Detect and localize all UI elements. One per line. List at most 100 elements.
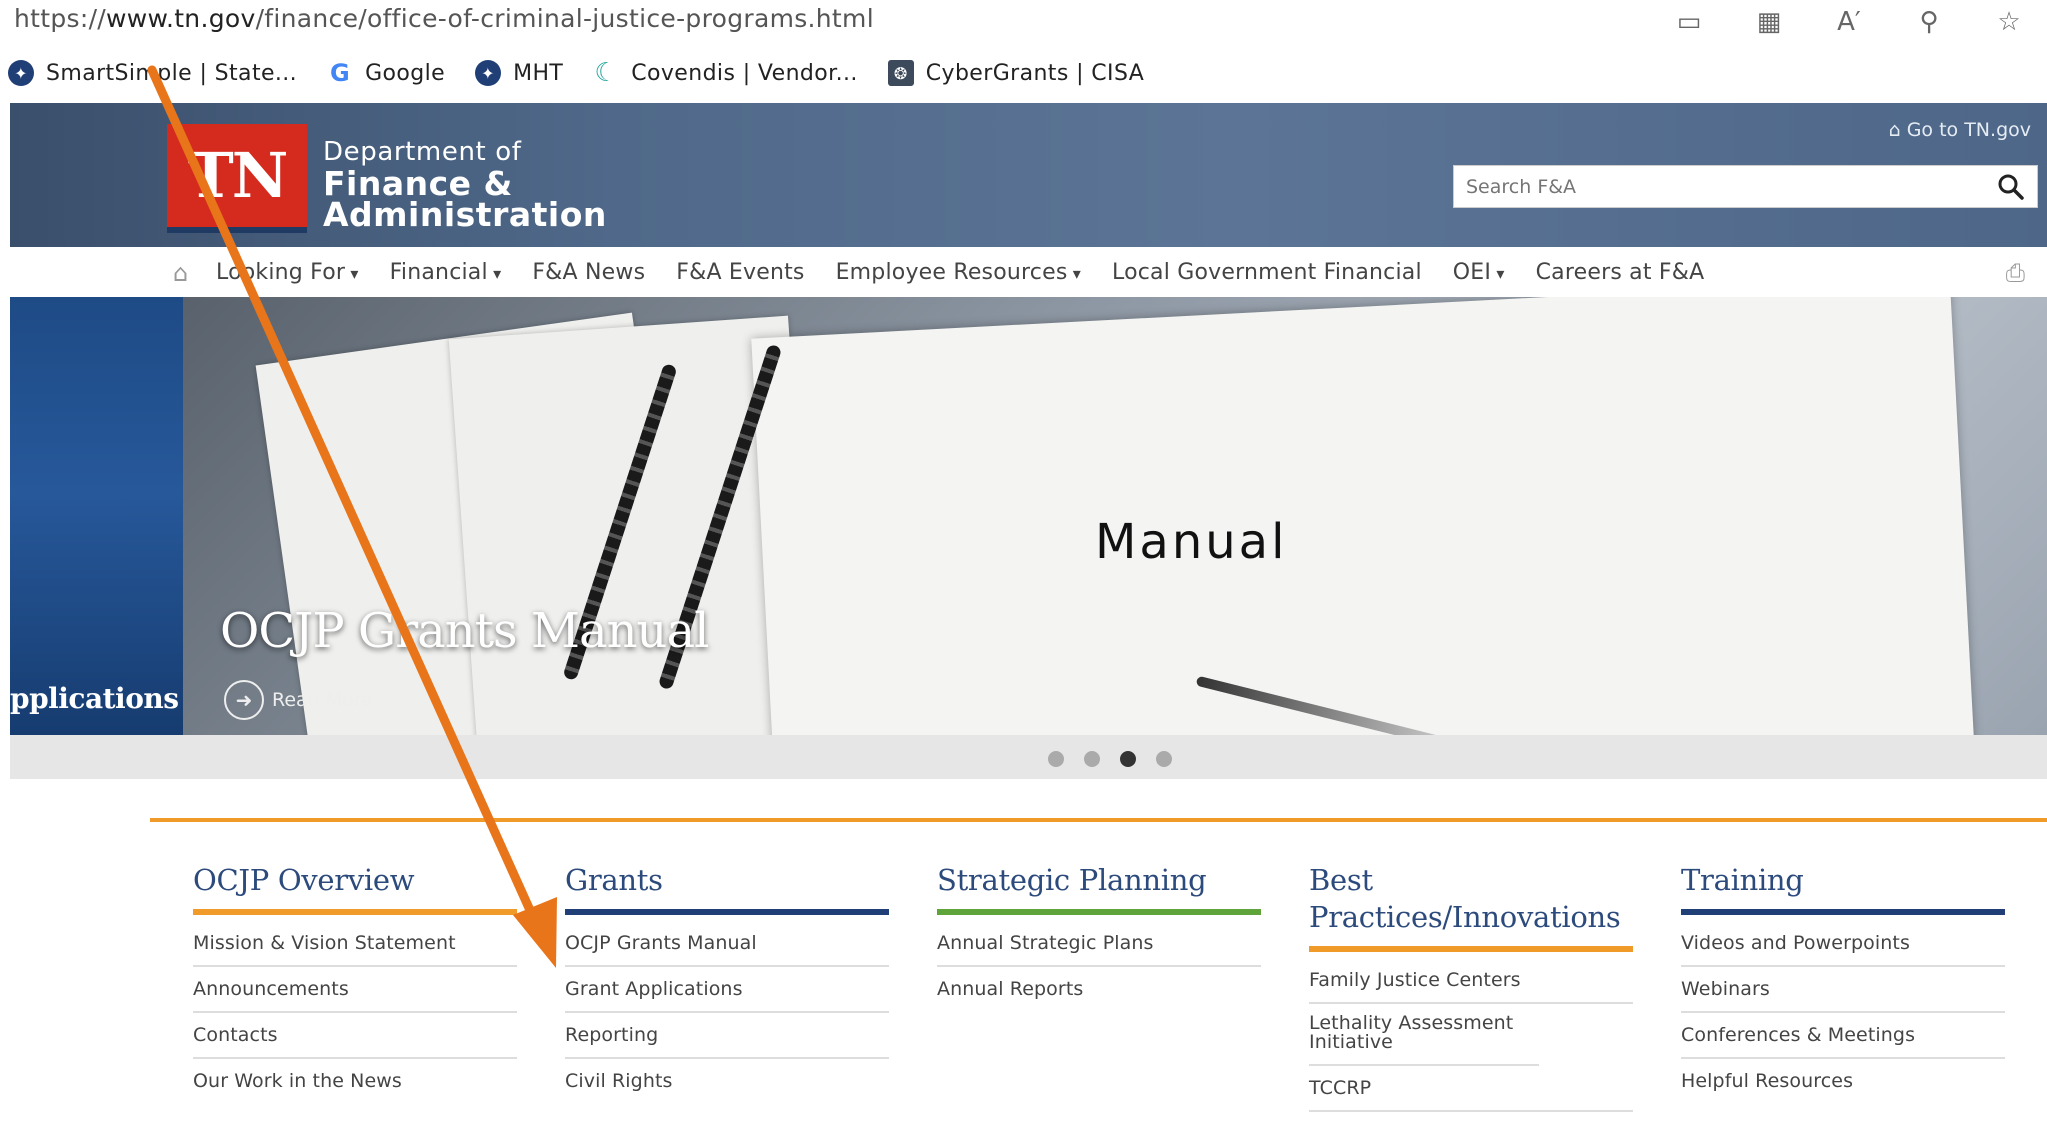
link-ocjp-grants-manual[interactable]: OCJP Grants Manual [565, 921, 889, 967]
url-prefix: https:// [14, 4, 107, 33]
link-grant-applications[interactable]: Grant Applications [565, 967, 889, 1013]
link-mission-vision[interactable]: Mission & Vision Statement [193, 921, 517, 967]
zoom-out-icon[interactable]: ⚲ [1909, 4, 1949, 40]
department-name[interactable]: Department of Finance & Administration [323, 137, 607, 234]
site-header: TN Department of Finance & Administratio… [10, 103, 2047, 247]
column-rule [1681, 909, 2005, 915]
tn-logo[interactable]: TN [167, 124, 307, 233]
nav-item-label: F&A News [532, 259, 646, 285]
search-field[interactable] [1453, 165, 2038, 208]
column-rule [193, 909, 517, 915]
arrow-right-icon: ➜ [224, 680, 264, 720]
url-path: /finance/office-of-criminal-justice-prog… [255, 4, 874, 33]
link-videos-powerpoints[interactable]: Videos and Powerpoints [1681, 921, 2005, 967]
home-icon: ⌂ [1888, 119, 1901, 141]
nav-item-f-a-news[interactable]: F&A News [532, 260, 645, 285]
column-title: OCJP Overview [193, 863, 415, 897]
link-helpful-resources[interactable]: Helpful Resources [1681, 1059, 2005, 1103]
bookmarks-bar: ✦ SmartSimple | State... G Google ✦ MHT … [0, 50, 1144, 96]
read-more-link[interactable]: ➜ Read More [224, 680, 373, 720]
nav-item-looking-for[interactable]: Looking For ▾ [216, 260, 359, 285]
nav-item-oei[interactable]: OEI ▾ [1453, 260, 1505, 285]
tn-seal-icon: ✦ [8, 60, 34, 86]
nav-item-label: F&A Events [676, 259, 805, 285]
browser-toolbar: ▭ ▦ A′ ⚲ ☆ [1669, 4, 2029, 40]
carousel-dot-active[interactable] [1120, 751, 1136, 767]
column-best-practices: Best Practices/Innovations Family Justic… [1309, 862, 1633, 1112]
read-aloud-icon[interactable]: A′ [1829, 4, 1869, 40]
nav-item-label: Looking For [216, 259, 346, 285]
link-tccrp[interactable]: TCCRP [1309, 1066, 1633, 1112]
manual-cover-text: Manual [1095, 514, 1288, 570]
main-nav: ⌂ Looking For ▾ Financial ▾ F&A News F&A Ev… [10, 247, 2047, 298]
bookmark-label: Covendis | Vendor... [631, 60, 858, 86]
favorite-star-icon[interactable]: ☆ [1989, 4, 2029, 40]
search-input[interactable] [1454, 166, 1988, 208]
bookmark-google[interactable]: G Google [327, 59, 445, 87]
nav-item-label: Employee Resources [835, 259, 1068, 285]
link-family-justice-centers[interactable]: Family Justice Centers [1309, 958, 1633, 1004]
column-strategic-planning: Strategic Planning Annual Strategic Plan… [937, 862, 1261, 1011]
previous-slide-preview[interactable]: pplications [10, 297, 183, 735]
google-g-icon: G [327, 59, 354, 87]
logo-text: TN [187, 139, 289, 212]
carousel-dot[interactable] [1048, 751, 1064, 767]
link-reporting[interactable]: Reporting [565, 1013, 889, 1059]
bookmark-smartsimple[interactable]: ✦ SmartSimple | State... [8, 60, 297, 86]
home-icon[interactable]: ⌂ [173, 259, 188, 287]
caret-down-icon: ▾ [1067, 263, 1082, 283]
search-icon[interactable] [1995, 171, 2027, 203]
hero-carousel: pplications Manual OCJP Grants Manual ➜ … [10, 297, 2047, 735]
quick-links-section: OCJP Overview Mission & Vision Statement… [10, 779, 2047, 1144]
carousel-dot[interactable] [1084, 751, 1100, 767]
link-webinars[interactable]: Webinars [1681, 967, 2005, 1013]
column-ocjp-overview: OCJP Overview Mission & Vision Statement… [193, 862, 517, 1103]
address-bar[interactable]: https://www.tn.gov/finance/office-of-cri… [0, 0, 2047, 44]
column-rule [937, 909, 1261, 915]
bookmark-label: CyberGrants | CISA [925, 60, 1145, 86]
goto-tn-link[interactable]: ⌂ Go to TN.gov [1889, 119, 2031, 141]
url-text[interactable]: https://www.tn.gov/finance/office-of-cri… [14, 4, 874, 33]
link-conferences-meetings[interactable]: Conferences & Meetings [1681, 1013, 2005, 1059]
nav-item-local-government-financial[interactable]: Local Government Financial [1112, 260, 1422, 285]
dept-line-3: Administration [323, 195, 607, 234]
app-grid-icon[interactable]: ▦ [1749, 4, 1789, 40]
cisa-seal-icon: ❂ [887, 60, 914, 86]
link-our-work-news[interactable]: Our Work in the News [193, 1059, 517, 1103]
link-annual-strategic-plans[interactable]: Annual Strategic Plans [937, 921, 1261, 967]
cast-icon[interactable]: ▭ [1669, 4, 1709, 40]
print-icon[interactable]: ⎙ [2006, 259, 2025, 287]
carousel-pager-bar [10, 735, 2047, 779]
manual-cover [751, 297, 1975, 735]
bookmark-label: MHT [513, 60, 564, 86]
column-title: Strategic Planning [937, 863, 1207, 897]
link-civil-rights[interactable]: Civil Rights [565, 1059, 889, 1103]
bookmark-mht[interactable]: ✦ MHT [475, 60, 563, 86]
caret-down-icon: ▾ [1491, 263, 1505, 283]
link-announcements[interactable]: Announcements [193, 967, 517, 1013]
column-title: Grants [565, 863, 663, 897]
nav-item-employee-resources[interactable]: Employee Resources ▾ [836, 260, 1081, 285]
covendis-icon: ☾ [593, 58, 620, 88]
hero-title[interactable]: OCJP Grants Manual [220, 603, 709, 659]
bookmark-cybergrants[interactable]: ❂ CyberGrants | CISA [887, 60, 1145, 86]
url-host: www.tn.gov [106, 4, 256, 33]
link-annual-reports[interactable]: Annual Reports [937, 967, 1261, 1011]
carousel-dot[interactable] [1156, 751, 1172, 767]
column-title: Best Practices/Innovations [1309, 863, 1621, 934]
nav-item-label: Financial [389, 259, 488, 285]
goto-label: Go to TN.gov [1906, 119, 2031, 141]
carousel-dots [1048, 751, 1172, 767]
link-contacts[interactable]: Contacts [193, 1013, 517, 1059]
section-divider [150, 818, 2047, 822]
nav-item-careers-at-f-a[interactable]: Careers at F&A [1536, 260, 1705, 285]
bookmark-label: SmartSimple | State... [46, 60, 298, 86]
column-grants: Grants OCJP Grants Manual Grant Applicat… [565, 862, 889, 1103]
tn-seal-icon: ✦ [475, 60, 502, 86]
nav-item-f-a-events[interactable]: F&A Events [676, 260, 804, 285]
link-lethality-assessment[interactable]: Lethality Assessment Initiative [1309, 1004, 1539, 1066]
nav-item-label: OEI [1452, 259, 1492, 285]
bookmark-covendis[interactable]: ☾ Covendis | Vendor... [593, 58, 858, 88]
nav-items: Looking For ▾ Financial ▾ F&A News F&A Even… [216, 247, 1735, 297]
nav-item-financial[interactable]: Financial ▾ [390, 260, 502, 285]
